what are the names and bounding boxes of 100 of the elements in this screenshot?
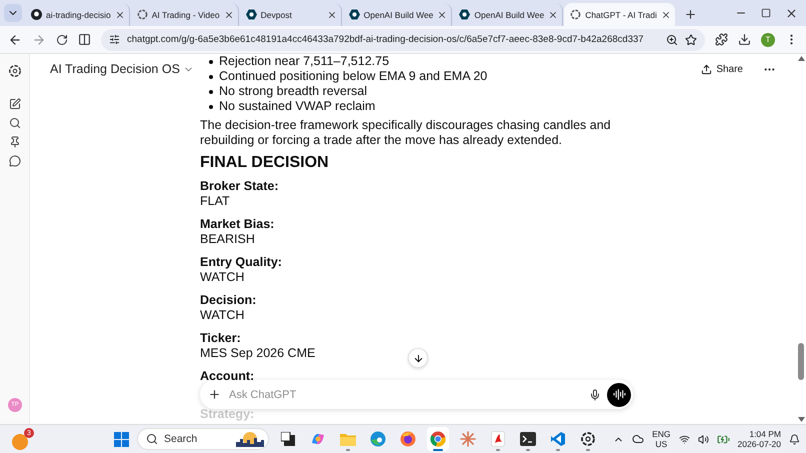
bullet-icon bbox=[209, 90, 213, 94]
close-icon[interactable] bbox=[548, 10, 558, 20]
weather-icon[interactable] bbox=[12, 434, 28, 450]
field-label: Ticker: bbox=[200, 331, 241, 346]
chat-bubble-icon[interactable] bbox=[8, 155, 20, 167]
split-view-icon[interactable] bbox=[78, 33, 91, 46]
field-value: MES Sep 2026 CME bbox=[200, 346, 316, 361]
github-icon bbox=[31, 9, 42, 20]
hexagon-icon bbox=[459, 9, 470, 20]
share-button[interactable]: Share bbox=[695, 62, 749, 76]
field-label: Market Bias: bbox=[200, 217, 274, 232]
bullet-icon bbox=[209, 74, 213, 78]
search-icon[interactable] bbox=[8, 117, 20, 129]
url-text: chatgpt.com/g/g-6a5e3b6e61c48191a4cc46433a792bdf-ai-trading-decision-os/c/6a5e7cf7-aeec-83e8-9cd7-b42a268cd337 bbox=[127, 34, 645, 45]
new-tab-button[interactable] bbox=[684, 8, 697, 21]
cloud-icon[interactable] bbox=[632, 433, 644, 445]
address-bar[interactable]: chatgpt.com/g/g-6a5e3b6e61c48191a4cc46433a792bdf-ai-trading-decision-os/c/6a5e7cf7-aeec-83e8-9cd7-b42a268cd337 bbox=[101, 28, 705, 50]
bookmark-star-icon[interactable] bbox=[685, 34, 697, 46]
close-icon[interactable] bbox=[224, 10, 234, 20]
notification-bell-icon[interactable] bbox=[789, 434, 800, 444]
field-value: WATCH bbox=[200, 308, 244, 323]
language-indicator[interactable]: ENG US bbox=[652, 429, 671, 449]
search-icon bbox=[146, 433, 158, 445]
restore-icon[interactable] bbox=[761, 6, 771, 20]
paragraph: The decision-tree framework specifically discourages chasing candles and rebuilding or forcing a trade after the move has already extended. bbox=[200, 118, 612, 148]
bullet-icon bbox=[209, 104, 213, 108]
field-label: Account: bbox=[200, 369, 254, 384]
download-icon[interactable] bbox=[738, 33, 751, 46]
windows-start-icon[interactable] bbox=[114, 432, 129, 446]
list-item: Continued positioning below EMA 9 and EMA 20 bbox=[219, 69, 488, 84]
bullet-icon bbox=[209, 60, 213, 64]
tab-title: OpenAI Build Wee bbox=[364, 10, 434, 20]
site-info-icon[interactable] bbox=[109, 34, 120, 45]
scroll-down-button[interactable] bbox=[408, 348, 428, 368]
hexagon-icon bbox=[348, 9, 360, 20]
clock[interactable]: 1:04 PM 2026-07-20 bbox=[738, 429, 781, 449]
terminal-icon bbox=[520, 432, 536, 446]
tab-search-button[interactable] bbox=[4, 4, 22, 22]
time: 1:04 PM bbox=[749, 429, 781, 439]
date: 2026-07-20 bbox=[738, 439, 781, 449]
scroll-up-icon[interactable] bbox=[798, 56, 804, 61]
vscode-icon bbox=[550, 431, 566, 447]
voice-mode-button[interactable] bbox=[607, 382, 631, 406]
folder-icon bbox=[340, 432, 356, 446]
copilot-icon bbox=[310, 431, 326, 447]
knot-icon[interactable] bbox=[8, 64, 22, 78]
tab-title: ChatGPT - AI Tradi bbox=[585, 10, 657, 20]
hexagon-icon bbox=[246, 9, 257, 20]
skyline-icon bbox=[236, 431, 264, 447]
scroll-down-icon[interactable] bbox=[798, 417, 804, 422]
tab-title: Devpost bbox=[260, 10, 293, 20]
section-heading: FINAL DECISION bbox=[200, 153, 330, 173]
tab-title: ai-trading-decisio bbox=[46, 10, 111, 20]
microphone-icon[interactable] bbox=[589, 388, 601, 400]
close-icon[interactable] bbox=[437, 10, 448, 20]
starburst-icon bbox=[460, 431, 476, 447]
new-chat-icon[interactable] bbox=[8, 98, 20, 110]
window-icon bbox=[281, 432, 295, 446]
region: US bbox=[655, 439, 668, 449]
close-icon[interactable] bbox=[326, 10, 337, 20]
field-value: FLAT bbox=[200, 194, 230, 209]
knot-icon bbox=[580, 431, 596, 447]
extensions-icon[interactable] bbox=[715, 33, 728, 46]
waveform-icon bbox=[612, 388, 626, 401]
arrow-down-icon bbox=[412, 352, 424, 364]
edge-icon bbox=[370, 431, 386, 447]
reload-icon[interactable] bbox=[56, 34, 68, 46]
search-placeholder: Search bbox=[164, 433, 198, 445]
share-icon bbox=[701, 64, 712, 74]
browser-tab[interactable]: ChatGPT - AI Tradi bbox=[564, 3, 675, 26]
chrome-icon bbox=[430, 431, 446, 447]
scrollbar-thumb[interactable] bbox=[798, 343, 804, 380]
back-icon[interactable] bbox=[8, 32, 22, 46]
volume-icon[interactable] bbox=[698, 434, 709, 444]
close-icon[interactable] bbox=[785, 6, 798, 20]
taskbar-search[interactable]: Search bbox=[137, 428, 269, 450]
forward-icon[interactable] bbox=[32, 32, 46, 46]
tab-title: AI Trading - Video bbox=[152, 10, 220, 20]
field-label: Broker State: bbox=[200, 179, 278, 194]
add-icon[interactable] bbox=[208, 388, 221, 401]
list-item: Rejection near 7,511–7,512.75 bbox=[219, 54, 390, 69]
tab-title: OpenAI Build Wee bbox=[474, 10, 544, 20]
battery-icon[interactable] bbox=[716, 432, 730, 446]
field-value: BEARISH bbox=[200, 232, 255, 247]
wifi-icon[interactable] bbox=[678, 434, 690, 444]
knot-icon bbox=[570, 9, 582, 20]
firefox-icon bbox=[400, 431, 416, 447]
close-icon[interactable] bbox=[114, 10, 125, 20]
list-item: No strong breadth reversal bbox=[219, 84, 367, 99]
pin-icon[interactable] bbox=[8, 136, 20, 148]
field-label: Entry Quality: bbox=[200, 255, 282, 270]
document-icon bbox=[491, 431, 505, 447]
close-icon[interactable] bbox=[660, 10, 671, 20]
list-item: No sustained VWAP reclaim bbox=[219, 99, 376, 114]
knot-icon bbox=[136, 9, 148, 20]
language: ENG bbox=[652, 429, 671, 439]
zoom-icon[interactable] bbox=[666, 34, 678, 46]
field-value: WATCH bbox=[200, 270, 244, 285]
field-label: Decision: bbox=[200, 293, 256, 308]
message-input[interactable]: Ask ChatGPT bbox=[227, 388, 583, 402]
